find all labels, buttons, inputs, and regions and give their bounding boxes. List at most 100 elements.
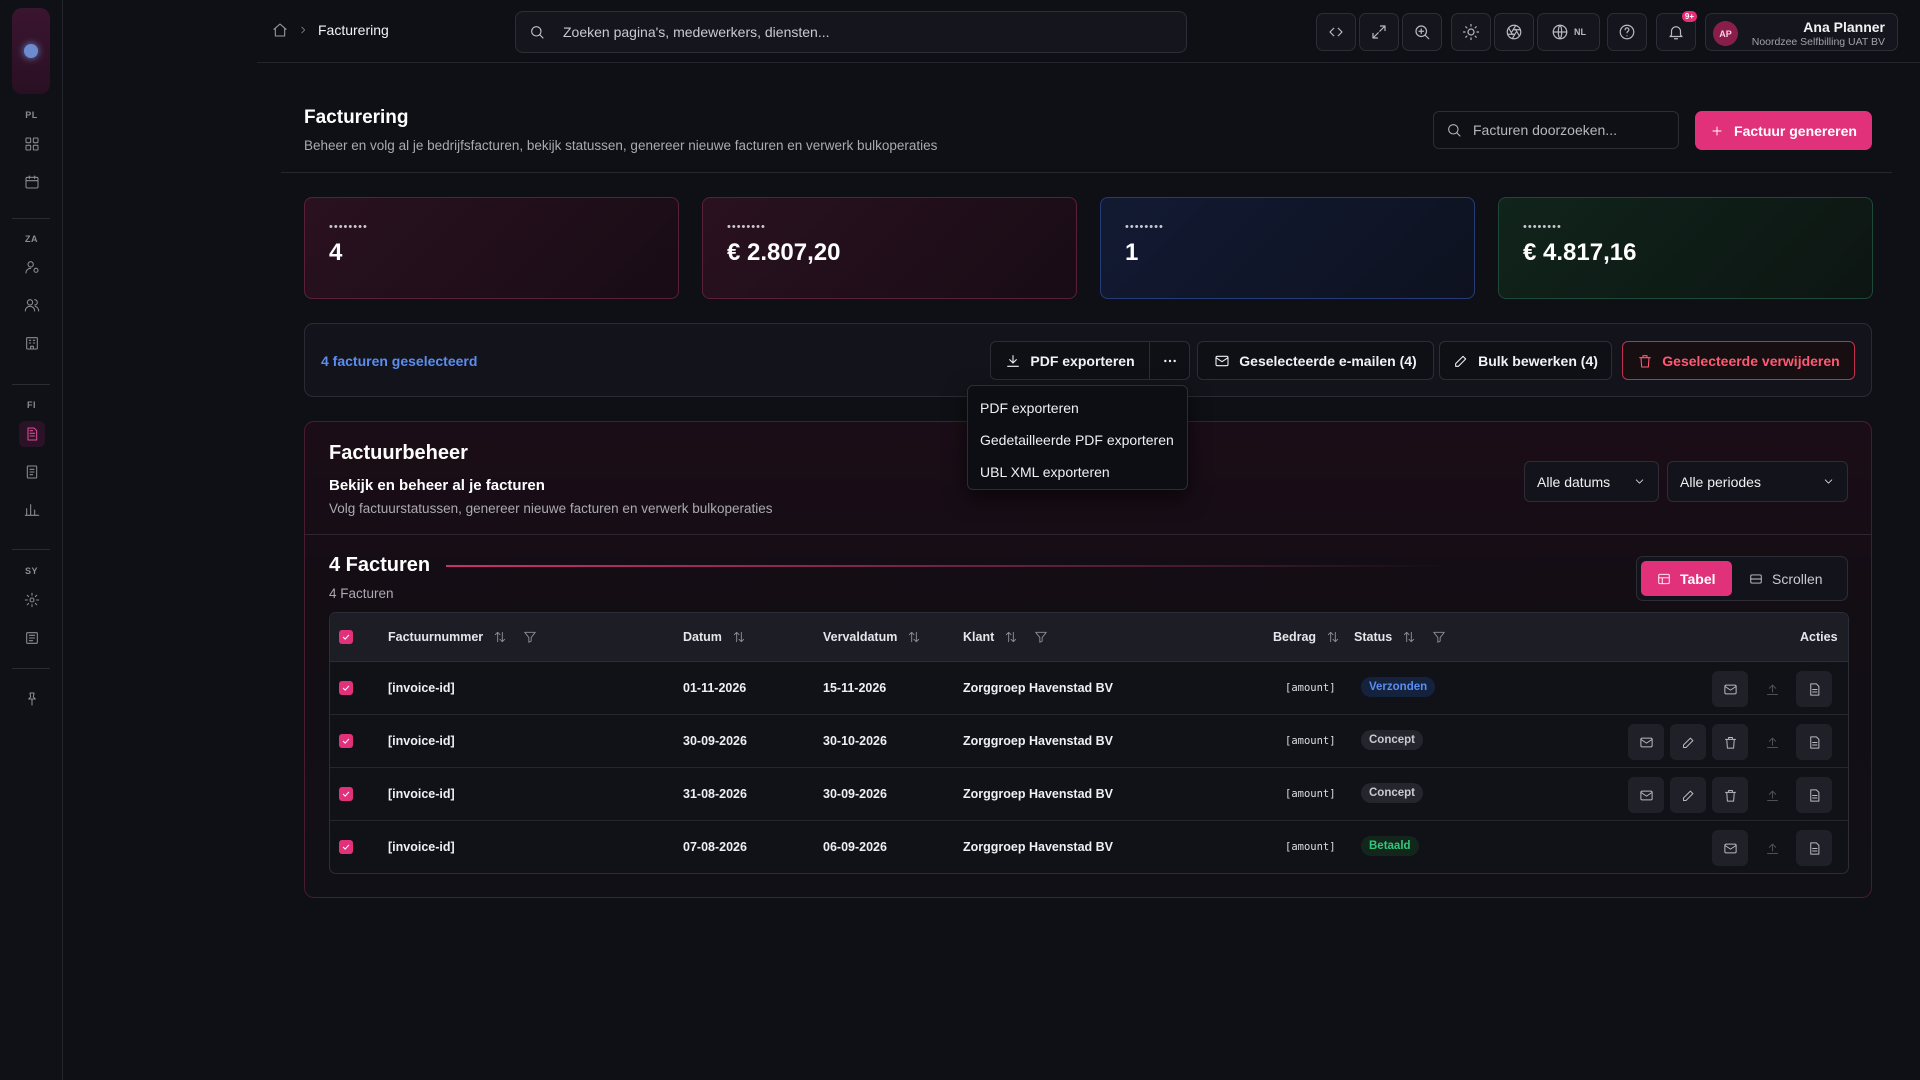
column-header-status[interactable]: Status — [1354, 630, 1446, 644]
receipt-icon[interactable] — [19, 459, 45, 485]
view-invoice-button[interactable] — [1796, 671, 1832, 707]
view-invoice-button[interactable] — [1796, 830, 1832, 866]
sort-icon[interactable] — [732, 630, 746, 644]
download-icon — [1007, 354, 1020, 367]
period-filter-select[interactable]: Alle periodes — [1667, 461, 1848, 502]
table-row[interactable]: [invoice-id] 01-11-2026 15-11-2026 Zorgg… — [330, 662, 1848, 715]
sort-icon[interactable] — [493, 630, 507, 644]
delete-invoice-button[interactable] — [1712, 724, 1748, 760]
export-more-button[interactable] — [1149, 341, 1190, 380]
collapse-sidebar-button[interactable] — [1316, 13, 1356, 51]
column-label: Vervaldatum — [823, 630, 898, 644]
invoice-date: 30-09-2026 — [683, 734, 747, 748]
mail-icon — [1723, 843, 1737, 853]
column-header-date[interactable]: Datum — [683, 630, 746, 644]
upload-icon — [1766, 684, 1778, 695]
sort-icon[interactable] — [1402, 630, 1416, 644]
chart-icon[interactable] — [19, 497, 45, 523]
upload-invoice-button[interactable] — [1754, 777, 1790, 813]
sort-icon[interactable] — [1326, 630, 1340, 644]
bulk-edit-button[interactable]: Bulk bewerken (4) — [1439, 341, 1612, 380]
edit-invoice-button[interactable] — [1670, 724, 1706, 760]
edit-invoice-button[interactable] — [1670, 777, 1706, 813]
invoice-number[interactable]: [invoice-id] — [388, 734, 455, 748]
template-icon[interactable] — [19, 625, 45, 651]
dashboard-icon[interactable] — [19, 131, 45, 157]
aperture-button[interactable] — [1494, 13, 1534, 51]
column-header-client[interactable]: Klant — [963, 630, 1048, 644]
gear-icon[interactable] — [19, 587, 45, 613]
column-label: Status — [1354, 630, 1393, 644]
view-scroll-button[interactable]: Scrollen — [1733, 561, 1839, 596]
mail-icon — [1639, 790, 1653, 800]
row-checkbox[interactable] — [339, 681, 353, 695]
pencil-icon — [1455, 355, 1467, 367]
notifications-button[interactable]: 9+ — [1656, 11, 1697, 51]
email-selected-button[interactable]: Geselecteerde e-mailen (4) — [1197, 341, 1434, 380]
email-invoice-button[interactable] — [1628, 724, 1664, 760]
rail-section-label: SY — [24, 566, 38, 576]
table-row[interactable]: [invoice-id] 07-08-2026 06-09-2026 Zorgg… — [330, 821, 1848, 873]
upload-invoice-button[interactable] — [1754, 724, 1790, 760]
row-checkbox[interactable] — [339, 840, 353, 854]
calendar-icon[interactable] — [19, 169, 45, 195]
table-row[interactable]: [invoice-id] 31-08-2026 30-09-2026 Zorgg… — [330, 768, 1848, 821]
invoice-number[interactable]: [invoice-id] — [388, 681, 455, 695]
user-menu-button[interactable]: AP Ana Planner Noordzee Selfbilling UAT … — [1705, 13, 1898, 51]
zoom-button[interactable] — [1402, 13, 1442, 51]
filter-icon[interactable] — [1034, 630, 1048, 644]
theme-button[interactable] — [1451, 13, 1491, 51]
generate-invoice-button[interactable]: Factuur genereren — [1695, 111, 1872, 150]
fullscreen-button[interactable] — [1359, 13, 1399, 51]
pdf-export-button[interactable]: PDF exporteren — [990, 341, 1150, 380]
menu-item-ubl-xml-export[interactable]: UBL XML exporteren — [968, 456, 1187, 488]
language-button[interactable]: NL — [1537, 13, 1600, 51]
delete-invoice-button[interactable] — [1712, 777, 1748, 813]
menu-item-pdf-export[interactable]: PDF exporteren — [968, 392, 1187, 424]
sort-icon[interactable] — [1004, 630, 1018, 644]
document-icon — [1809, 735, 1819, 749]
upload-invoice-button[interactable] — [1754, 671, 1790, 707]
invoice-icon[interactable] — [19, 421, 45, 447]
view-invoice-button[interactable] — [1796, 777, 1832, 813]
column-header-invoice[interactable]: Factuurnummer — [388, 630, 537, 644]
invoice-number[interactable]: [invoice-id] — [388, 840, 455, 854]
email-invoice-button[interactable] — [1712, 830, 1748, 866]
users-icon[interactable] — [19, 292, 45, 318]
select-all-checkbox[interactable] — [339, 630, 353, 644]
panel-title: Factuurbeheer — [329, 442, 468, 464]
home-icon[interactable] — [272, 22, 288, 38]
email-invoice-button[interactable] — [1628, 777, 1664, 813]
row-checkbox[interactable] — [339, 787, 353, 801]
view-table-button[interactable]: Tabel — [1641, 561, 1732, 596]
document-icon — [1809, 682, 1819, 696]
invoice-number[interactable]: [invoice-id] — [388, 787, 455, 801]
menu-item-detailed-pdf-export[interactable]: Gedetailleerde PDF exporteren — [968, 424, 1187, 456]
column-header-amount[interactable]: Bedrag — [1273, 630, 1340, 644]
filter-icon[interactable] — [523, 630, 537, 644]
selection-count[interactable]: 4 facturen geselecteerd — [321, 353, 477, 369]
upload-icon — [1766, 790, 1778, 801]
mail-icon — [1639, 737, 1653, 747]
help-button[interactable] — [1607, 13, 1647, 51]
date-filter-select[interactable]: Alle datums — [1524, 461, 1659, 502]
filter-icon[interactable] — [1432, 630, 1446, 644]
column-header-due-date[interactable]: Vervaldatum — [823, 630, 921, 644]
invoice-due-date: 15-11-2026 — [823, 681, 887, 695]
status-badge: Betaald — [1361, 836, 1419, 856]
global-search-input[interactable]: Zoeken pagina's, medewerkers, diensten..… — [515, 11, 1187, 53]
upload-invoice-button[interactable] — [1754, 830, 1790, 866]
pin-icon[interactable] — [19, 686, 45, 712]
pdf-export-label: PDF exporteren — [1030, 352, 1135, 369]
user-settings-icon[interactable] — [19, 254, 45, 280]
table-row[interactable]: [invoice-id] 30-09-2026 30-10-2026 Zorgg… — [330, 715, 1848, 768]
stat-value: 4 — [329, 239, 343, 266]
sort-icon[interactable] — [907, 630, 921, 644]
email-invoice-button[interactable] — [1712, 671, 1748, 707]
app-logo[interactable] — [12, 8, 50, 94]
delete-selected-button[interactable]: Geselecteerde verwijderen — [1622, 341, 1855, 380]
invoice-search-input[interactable]: Facturen doorzoeken... — [1433, 111, 1679, 149]
building-icon[interactable] — [19, 330, 45, 356]
view-invoice-button[interactable] — [1796, 724, 1832, 760]
row-checkbox[interactable] — [339, 734, 353, 748]
